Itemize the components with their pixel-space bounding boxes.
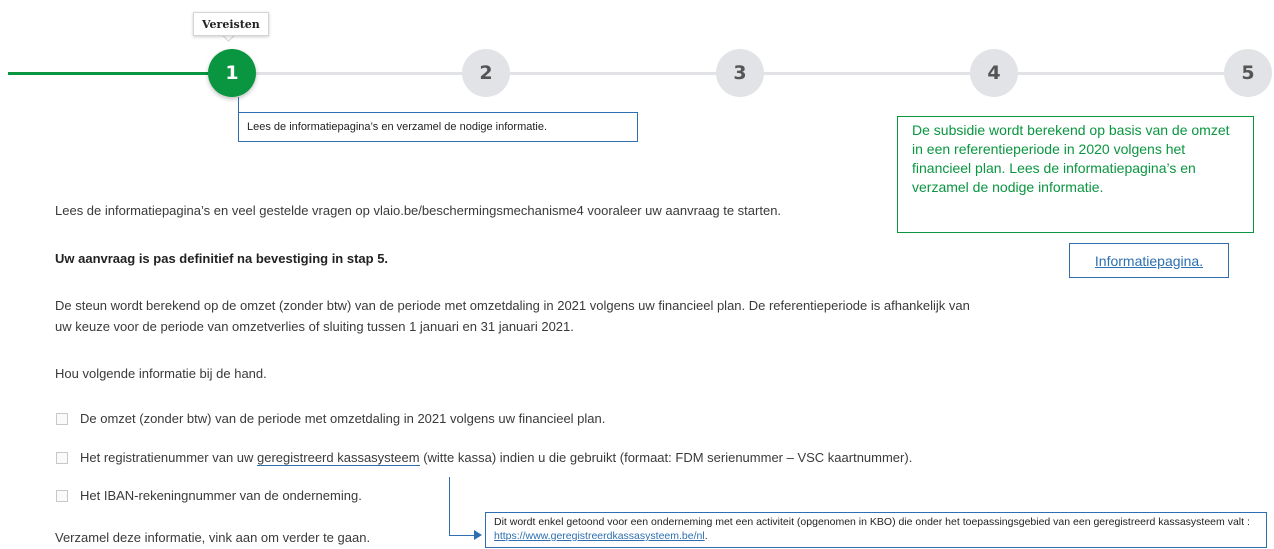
hou-info-text: Hou volgende informatie bij de hand. [55, 366, 267, 381]
kassa-annotation-text: Dit wordt enkel getoond voor een onderne… [494, 516, 1250, 528]
progress-track-4-5 [1018, 72, 1224, 75]
informatiepagina-link[interactable]: Informatiepagina. [1095, 253, 1203, 269]
verzamel-text: Verzamel deze informatie, vink aan om ve… [55, 530, 371, 545]
kassa-annotation-link[interactable]: https://www.geregistreerdkassasysteem.be… [494, 530, 705, 542]
checklist-label-iban: Het IBAN-rekeningnummer van de ondernemi… [80, 488, 362, 503]
annotation-connector [238, 97, 239, 112]
checkbox-kassa[interactable] [56, 452, 68, 464]
definitief-text: Uw aanvraag is pas definitief na bevesti… [55, 251, 389, 266]
arrow-right-icon [474, 530, 482, 540]
step-4[interactable]: 4 [970, 49, 1018, 97]
kassa-label-post: (witte kassa) indien u die gebruikt (for… [419, 450, 913, 465]
step-3[interactable]: 3 [716, 49, 764, 97]
subsidie-annotation-text: De subsidie wordt berekend op basis van … [912, 122, 1230, 195]
checkbox-omzet[interactable] [56, 413, 68, 425]
progress-track-3-4 [764, 72, 970, 75]
step-1[interactable]: 1 [208, 49, 256, 97]
kassa-connector-horizontal [449, 535, 475, 536]
checklist-label-omzet: De omzet (zonder btw) van de periode met… [80, 411, 606, 426]
steun-line-1: De steun wordt berekend op de omzet (zon… [55, 298, 970, 313]
checkbox-iban[interactable] [56, 490, 68, 502]
checklist-label-kassa: Het registratienummer van uw geregistree… [80, 450, 913, 466]
step-5[interactable]: 5 [1224, 49, 1272, 97]
subsidie-annotation: De subsidie wordt berekend op basis van … [897, 116, 1254, 233]
progress-track-completed [8, 72, 208, 75]
progress-track-1-2 [256, 72, 462, 75]
kassa-annotation: Dit wordt enkel getoond voor een onderne… [485, 512, 1267, 548]
steun-line-2: uw keuze voor de periode van omzetverlie… [55, 319, 574, 334]
kassa-connector-vertical [449, 477, 450, 535]
step1-annotation: Lees de informatiepagina’s en verzamel d… [238, 112, 638, 142]
kassa-label-pre: Het registratienummer van uw [80, 450, 258, 465]
step-tooltip: Vereisten [193, 12, 269, 36]
info-link-box: Informatiepagina. [1069, 243, 1229, 278]
intro-text: Lees de informatiepagina’s en veel geste… [55, 203, 782, 218]
step-2[interactable]: 2 [462, 49, 510, 97]
step1-annotation-text: Lees de informatiepagina’s en verzamel d… [247, 121, 548, 133]
kassa-annotation-end: . [704, 530, 708, 542]
progress-track-2-3 [510, 72, 716, 75]
kassa-label-underlined: geregistreerd kassasysteem [257, 450, 420, 466]
